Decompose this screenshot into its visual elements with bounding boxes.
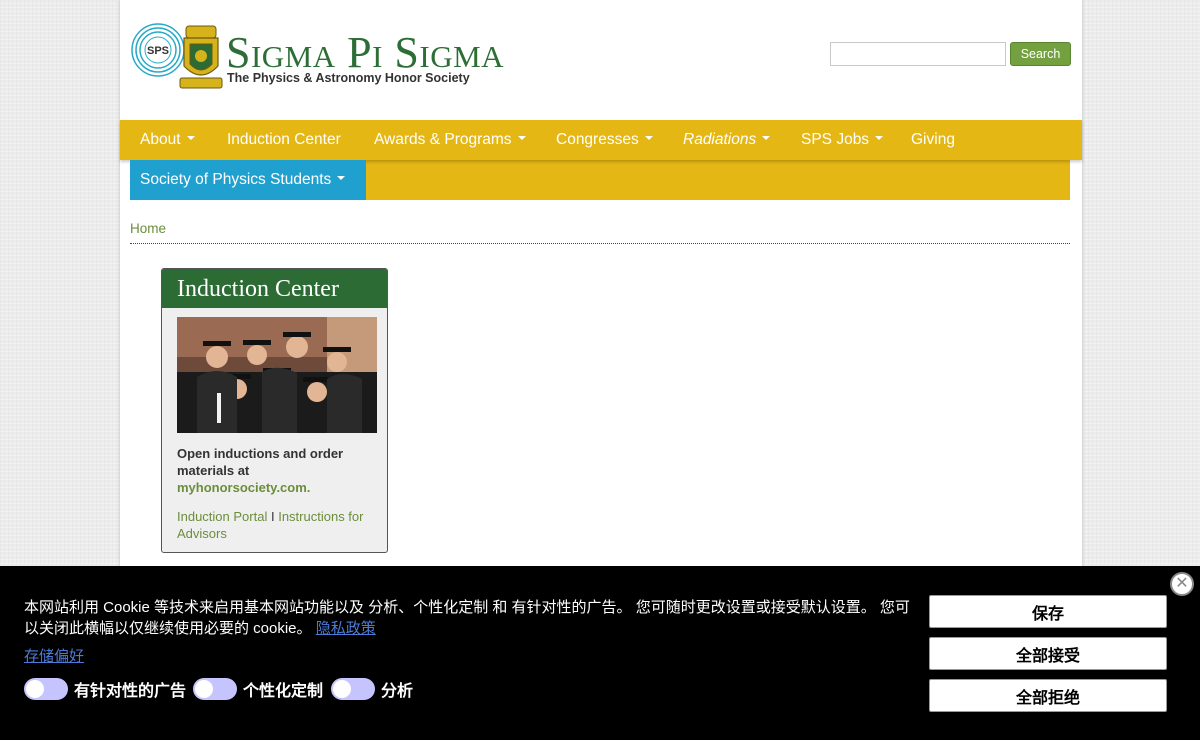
site-logo[interactable]: SPS Sigma Pi Sigma The Physics & Astrono… xyxy=(130,18,550,94)
nav-item-society-of-physics-students[interactable]: Society of Physics Students xyxy=(130,160,366,200)
nav-item-about[interactable]: About xyxy=(140,120,195,160)
link-separator: I xyxy=(270,509,275,524)
induction-links: Induction Portal I Instructions for Advi… xyxy=(177,508,382,542)
caret-down-icon xyxy=(644,135,653,140)
caret-down-icon xyxy=(337,175,346,180)
nav-item-label: Society of Physics Students xyxy=(140,171,332,188)
search-button[interactable]: Search xyxy=(1010,42,1071,66)
nav-item-label: SPS Jobs xyxy=(801,131,870,148)
cookie-message: 本网站利用 Cookie 等技术来启用基本网站功能以及 分析、个性化定制 和 有… xyxy=(24,597,914,639)
site-tagline: The Physics & Astronomy Honor Society xyxy=(227,71,470,85)
caret-down-icon xyxy=(186,135,195,140)
main-nav: About Induction Center Awards & Programs… xyxy=(120,120,1082,160)
nav-item-label: Radiations xyxy=(683,131,757,148)
graduates-photo[interactable] xyxy=(177,317,377,433)
myhonorsociety-link[interactable]: myhonorsociety.com. xyxy=(177,480,310,495)
induction-description: Open inductions and order materials at m… xyxy=(177,445,377,496)
caret-down-icon xyxy=(762,135,771,140)
toggle-label: 个性化定制 xyxy=(243,683,324,700)
nav-item-label: Giving xyxy=(911,131,955,148)
site-title: Sigma Pi Sigma xyxy=(226,28,505,77)
toggle-switch[interactable] xyxy=(331,678,375,700)
nav-item-awards-programs[interactable]: Awards & Programs xyxy=(374,120,526,160)
toggle-analytics[interactable]: 分析 xyxy=(331,678,413,700)
crest-icon xyxy=(179,25,223,89)
toggle-label: 有针对性的广告 xyxy=(74,683,187,700)
induction-portal-link[interactable]: Induction Portal xyxy=(177,509,267,524)
nav-item-label: Congresses xyxy=(556,131,639,148)
nav-item-induction-center[interactable]: Induction Center xyxy=(227,120,341,160)
breadcrumb-home-link[interactable]: Home xyxy=(130,221,166,236)
nav-item-label: Awards & Programs xyxy=(374,131,512,148)
induction-center-box: Induction Center Open inductions and ord… xyxy=(161,268,388,553)
caret-down-icon xyxy=(517,135,526,140)
cookie-message-text: 本网站利用 Cookie 等技术来启用基本网站功能以及 分析、个性化定制 和 有… xyxy=(24,599,910,637)
induction-description-text: Open inductions and order materials at xyxy=(177,446,344,478)
close-icon[interactable]: ✕ xyxy=(1170,572,1194,596)
search-input[interactable] xyxy=(830,42,1006,66)
nav-item-label: Induction Center xyxy=(227,131,341,148)
save-preferences-link[interactable]: 存储偏好 xyxy=(24,645,84,666)
nav-item-radiations[interactable]: Radiations xyxy=(683,120,771,160)
accept-all-button[interactable]: 全部接受 xyxy=(929,637,1167,670)
reject-all-button[interactable]: 全部拒绝 xyxy=(929,679,1167,712)
toggle-label: 分析 xyxy=(381,683,414,700)
toggle-switch[interactable] xyxy=(24,678,68,700)
induction-center-title: Induction Center xyxy=(162,269,387,308)
nav-item-congresses[interactable]: Congresses xyxy=(556,120,653,160)
breadcrumb: Home xyxy=(130,220,1070,244)
nav-item-giving[interactable]: Giving xyxy=(911,120,955,160)
nav-item-sps-jobs[interactable]: SPS Jobs xyxy=(801,120,884,160)
toggle-personalization[interactable]: 个性化定制 xyxy=(193,678,323,700)
privacy-policy-link[interactable]: 隐私政策 xyxy=(316,620,376,637)
toggle-targeted-ads[interactable]: 有针对性的广告 xyxy=(24,678,186,700)
logo-badge-text: SPS xyxy=(147,45,169,57)
caret-down-icon xyxy=(875,135,884,140)
save-button[interactable]: 保存 xyxy=(929,595,1167,628)
nav-item-label: About xyxy=(140,131,181,148)
toggle-switch[interactable] xyxy=(193,678,237,700)
